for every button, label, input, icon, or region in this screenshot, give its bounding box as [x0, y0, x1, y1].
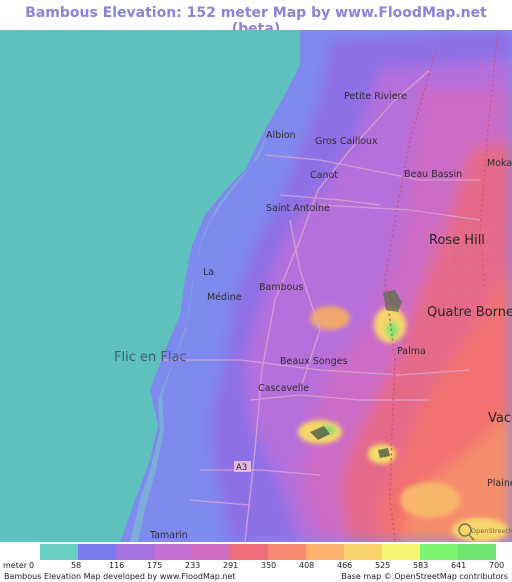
legend-tick-row: meter 0 58 116 175 233 291 350 408 466 525 583 641 7…: [0, 561, 512, 572]
legend-swatch: [192, 544, 230, 560]
legend-swatch: [40, 544, 78, 560]
footer-credit-left[interactable]: Bambous Elevation Map developed by www.F…: [4, 572, 236, 581]
place-quatre-bornes[interactable]: Quatre Bornes: [427, 305, 512, 320]
legend-tick-label: 175: [147, 561, 163, 570]
legend-tick-label: 233: [185, 561, 201, 570]
osm-watermark-text: OpenStreetMap: [471, 527, 512, 535]
title-bar: Bambous Elevation: 152 meter Map by www.…: [0, 0, 512, 37]
legend-tick-label: 350: [261, 561, 277, 570]
legend-swatch: [154, 544, 192, 560]
legend-swatch: [230, 544, 268, 560]
legend-swatch: [116, 544, 154, 560]
place-tamarin[interactable]: Tamarin: [149, 530, 188, 541]
place-canot[interactable]: Canot: [310, 170, 338, 181]
legend-swatch: [344, 544, 382, 560]
legend-swatch: [420, 544, 458, 560]
place-bambous[interactable]: Bambous: [259, 282, 303, 293]
legend-tick-label: 116: [109, 561, 125, 570]
legend-swatch: [458, 544, 496, 560]
road-a3-label: A3: [236, 463, 247, 473]
place-flic-en-flac[interactable]: Flic en Flac: [114, 350, 187, 365]
place-palma[interactable]: Palma: [397, 346, 426, 357]
footer-credit-right[interactable]: Base map © OpenStreetMap contributors: [341, 572, 508, 581]
place-albion[interactable]: Albion: [266, 130, 296, 141]
elevation-legend: meter 0 58 116 175 233 291 350 408 466 525 583 641 7…: [0, 542, 512, 582]
legend-tick-label: 583: [413, 561, 429, 570]
place-saint-antoine[interactable]: Saint Antoine: [266, 203, 330, 214]
legend-swatch: [268, 544, 306, 560]
legend-unit-label: meter: [3, 561, 28, 570]
place-la[interactable]: La: [203, 267, 214, 278]
legend-swatch: [382, 544, 420, 560]
legend-swatch: [306, 544, 344, 560]
place-petite-riviere[interactable]: Petite Riviere: [344, 91, 407, 102]
elevation-map[interactable]: A3 Petite Riviere Albion Gros Cailloux M…: [0, 30, 512, 542]
place-beau-bassin[interactable]: Beau Bassin: [404, 169, 462, 180]
place-gros-cailloux[interactable]: Gros Cailloux: [315, 136, 378, 147]
place-beaux-songes[interactable]: Beaux Songes: [280, 356, 348, 367]
legend-tick-label: 700: [489, 561, 505, 570]
legend-swatch: [78, 544, 116, 560]
legend-tick-label: 408: [299, 561, 315, 570]
legend-tick-label: 291: [223, 561, 239, 570]
legend-tick-label: 525: [375, 561, 391, 570]
place-vaco[interactable]: Vaco: [488, 411, 512, 426]
legend-tick-label: 466: [337, 561, 353, 570]
footer: Bambous Elevation Map developed by www.F…: [0, 572, 512, 582]
place-cascavelle[interactable]: Cascavelle: [258, 383, 309, 394]
place-moka[interactable]: Moka: [487, 158, 512, 169]
place-rose-hill[interactable]: Rose Hill: [429, 233, 485, 248]
place-medine[interactable]: Médine: [207, 292, 242, 303]
legend-tick-label: 641: [451, 561, 467, 570]
legend-tick-label: 58: [71, 561, 82, 570]
legend-tick-label: 0: [29, 561, 35, 570]
place-plaine[interactable]: Plaine: [487, 478, 512, 489]
